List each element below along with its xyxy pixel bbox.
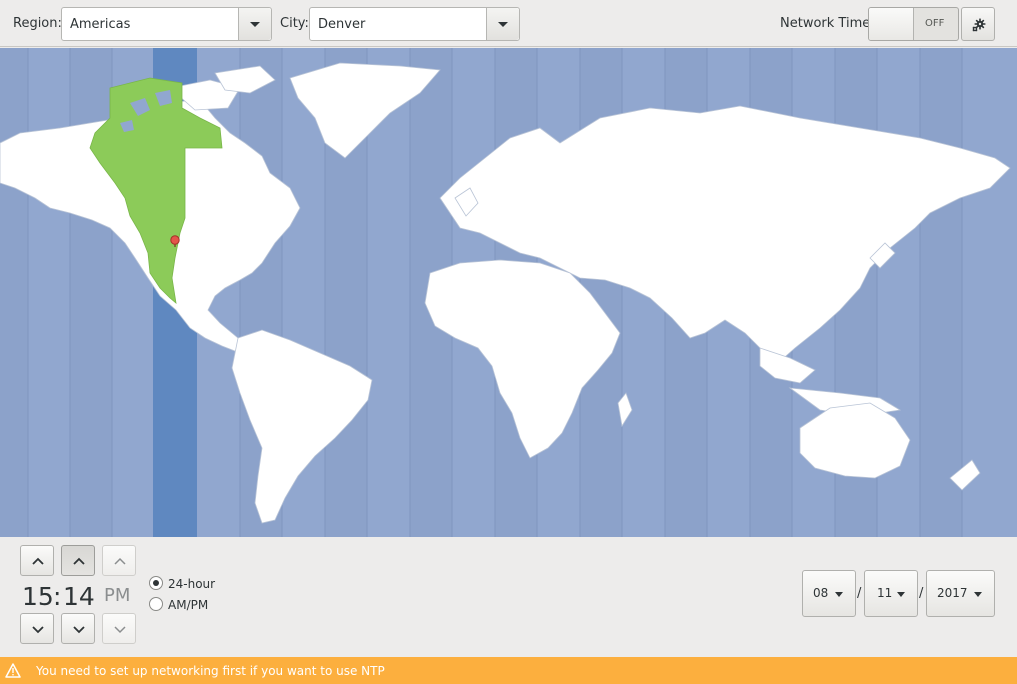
timezone-map[interactable] <box>0 48 1017 537</box>
network-time-state: OFF <box>925 18 945 29</box>
date-separator: / <box>857 586 862 601</box>
city-dropdown-button[interactable] <box>486 8 519 40</box>
chevron-down-icon <box>974 592 982 597</box>
ampm-value: PM <box>104 585 131 606</box>
time-separator: : <box>53 582 62 611</box>
format-24h-label[interactable]: 24-hour <box>168 577 215 591</box>
region-label: Region: <box>13 16 62 31</box>
format-ampm-radio[interactable] <box>149 597 163 611</box>
warning-icon <box>5 663 21 678</box>
hour-increment-button[interactable] <box>20 545 54 576</box>
chevron-down-icon <box>835 592 843 597</box>
gear-icon <box>972 18 986 32</box>
date-time-screen: Region: Americas City: Denver Network Ti… <box>0 0 1017 684</box>
format-ampm-label[interactable]: AM/PM <box>168 598 208 612</box>
network-time-switch[interactable]: OFF <box>868 7 959 41</box>
region-combobox[interactable]: Americas <box>61 7 272 41</box>
network-time-label: Network Time <box>780 16 871 31</box>
chevron-down-icon <box>73 626 85 634</box>
switch-knob[interactable] <box>869 8 914 40</box>
network-time-settings-button[interactable] <box>961 7 995 41</box>
timezone-toolbar: Region: Americas City: Denver Network Ti… <box>0 0 1017 47</box>
year-dropdown[interactable]: 2017 <box>926 570 995 617</box>
city-value: Denver <box>318 17 366 32</box>
day-dropdown[interactable]: 11 <box>864 570 918 617</box>
ntp-warning-message: You need to set up networking first if y… <box>36 664 385 678</box>
chevron-up-icon <box>73 557 85 565</box>
chevron-down-icon <box>32 626 44 634</box>
ampm-increment-button[interactable] <box>102 545 136 576</box>
minute-value: 14 <box>63 582 95 611</box>
hour-value: 15 <box>22 582 54 611</box>
format-24h-radio[interactable] <box>149 576 163 590</box>
city-label: City: <box>280 16 309 31</box>
date-separator: / <box>919 586 924 601</box>
year-value: 2017 <box>937 586 968 600</box>
chevron-down-icon <box>897 592 905 597</box>
ampm-decrement-button[interactable] <box>102 613 136 644</box>
region-dropdown-button[interactable] <box>238 8 271 40</box>
chevron-up-icon <box>32 557 44 565</box>
region-value: Americas <box>70 17 131 32</box>
city-combobox[interactable]: Denver <box>309 7 520 41</box>
chevron-down-icon <box>114 626 126 634</box>
ntp-warning-bar: You need to set up networking first if y… <box>0 657 1017 684</box>
minute-decrement-button[interactable] <box>61 613 95 644</box>
month-value: 08 <box>813 586 829 600</box>
chevron-up-icon <box>114 557 126 565</box>
month-dropdown[interactable]: 08 <box>802 570 856 617</box>
minute-increment-button[interactable] <box>61 545 95 576</box>
day-value: 11 <box>877 586 893 600</box>
chevron-down-icon <box>250 22 260 27</box>
chevron-down-icon <box>498 22 508 27</box>
hour-decrement-button[interactable] <box>20 613 54 644</box>
